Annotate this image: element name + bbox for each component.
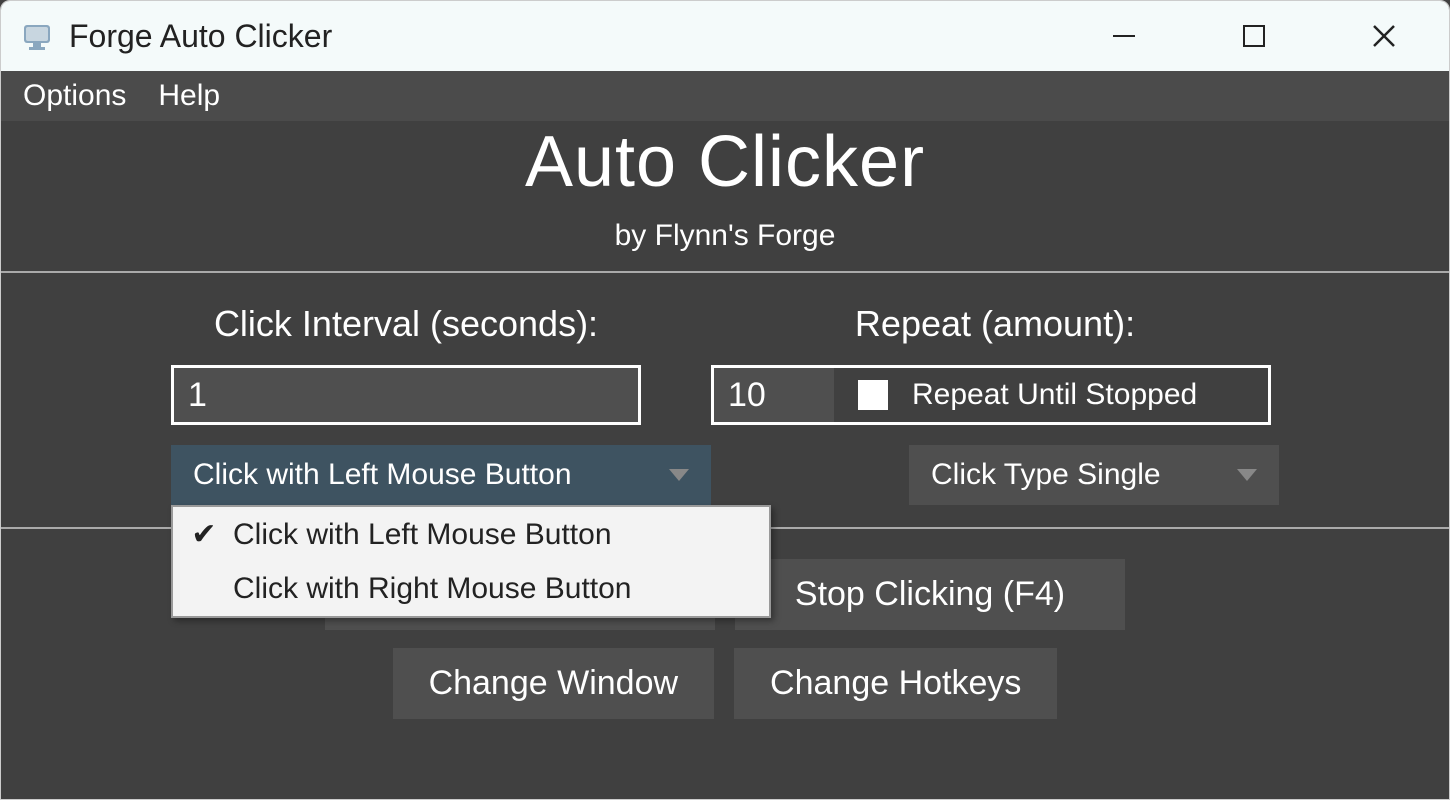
repeat-until-checkbox[interactable] [858, 380, 888, 410]
app-title: Auto Clicker [1, 121, 1449, 203]
app-window: Forge Auto Clicker Options Help Au [0, 0, 1450, 800]
change-hotkeys-button[interactable]: Change Hotkeys [734, 648, 1057, 719]
repeat-until-label: Repeat Until Stopped [912, 378, 1197, 412]
stop-clicking-button[interactable]: Stop Clicking (F4) [735, 559, 1125, 630]
repeat-input[interactable] [714, 368, 834, 422]
checkmark-icon: ✔ [191, 517, 217, 552]
dropdown-option-left[interactable]: ✔ Click with Left Mouse Button [173, 507, 769, 562]
menu-options[interactable]: Options [7, 71, 142, 121]
app-subtitle: by Flynn's Forge [1, 219, 1449, 253]
interval-input[interactable] [171, 365, 641, 425]
interval-label: Click Interval (seconds): [171, 303, 641, 345]
close-button[interactable] [1319, 1, 1449, 71]
controls-section: Click Interval (seconds): Repeat (amount… [1, 273, 1449, 515]
maximize-button[interactable] [1189, 1, 1319, 71]
chevron-down-icon [669, 469, 689, 481]
menubar: Options Help [1, 71, 1449, 121]
minimize-button[interactable] [1059, 1, 1189, 71]
repeat-group: Repeat Until Stopped [711, 365, 1271, 425]
click-type-value: Click Type Single [931, 458, 1161, 492]
window-title: Forge Auto Clicker [69, 18, 332, 55]
menu-help[interactable]: Help [142, 71, 236, 121]
dropdown-option-label: Click with Left Mouse Button [233, 518, 612, 552]
titlebar-left: Forge Auto Clicker [19, 18, 332, 55]
app-icon [19, 18, 55, 54]
mouse-button-dropdown: ✔ Click with Left Mouse Button Click wit… [171, 505, 771, 618]
change-window-button[interactable]: Change Window [393, 648, 714, 719]
dropdown-option-label: Click with Right Mouse Button [233, 572, 632, 606]
action-row-2: Change Window Change Hotkeys [1, 648, 1449, 719]
repeat-label: Repeat (amount): [711, 303, 1279, 345]
titlebar-controls [1059, 1, 1449, 71]
chevron-down-icon [1237, 469, 1257, 481]
mouse-button-value: Click with Left Mouse Button [193, 458, 572, 492]
dropdown-option-right[interactable]: Click with Right Mouse Button [173, 562, 769, 616]
mouse-button-select[interactable]: Click with Left Mouse Button ✔ Click wit… [171, 445, 711, 505]
click-type-select[interactable]: Click Type Single [909, 445, 1279, 505]
titlebar: Forge Auto Clicker [1, 1, 1449, 71]
